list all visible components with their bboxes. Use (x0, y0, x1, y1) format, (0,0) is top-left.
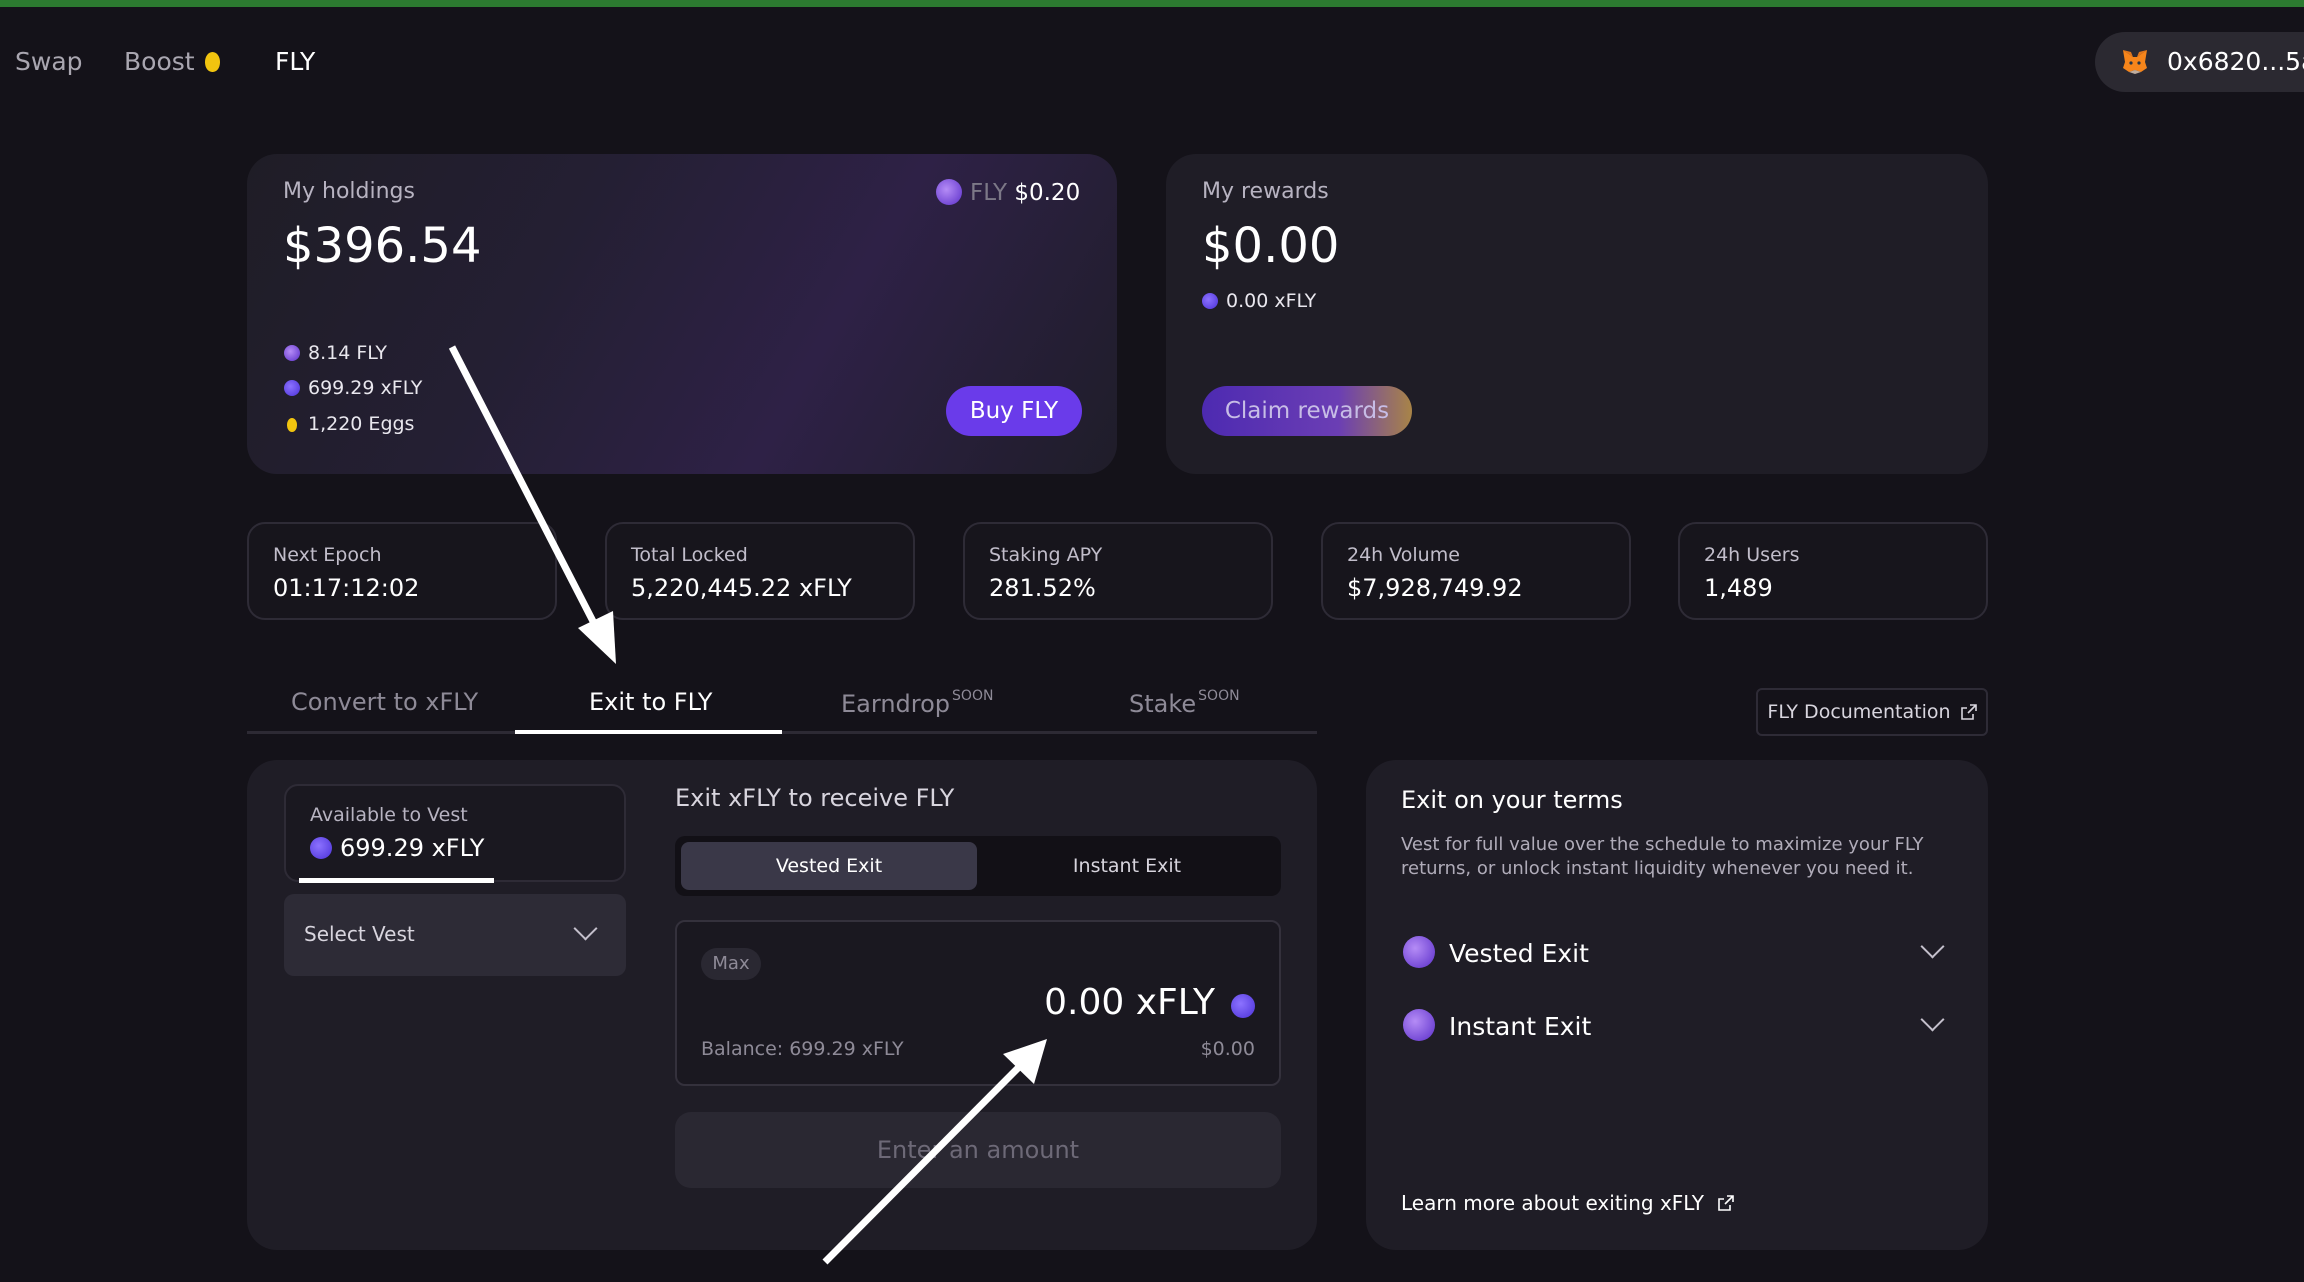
annotation-arrows (448, 345, 1047, 1265)
arrow-to-amount-input (822, 1063, 1023, 1265)
arrow-to-exit-tab (448, 345, 602, 633)
arrow-head-exit-tab (578, 611, 616, 664)
